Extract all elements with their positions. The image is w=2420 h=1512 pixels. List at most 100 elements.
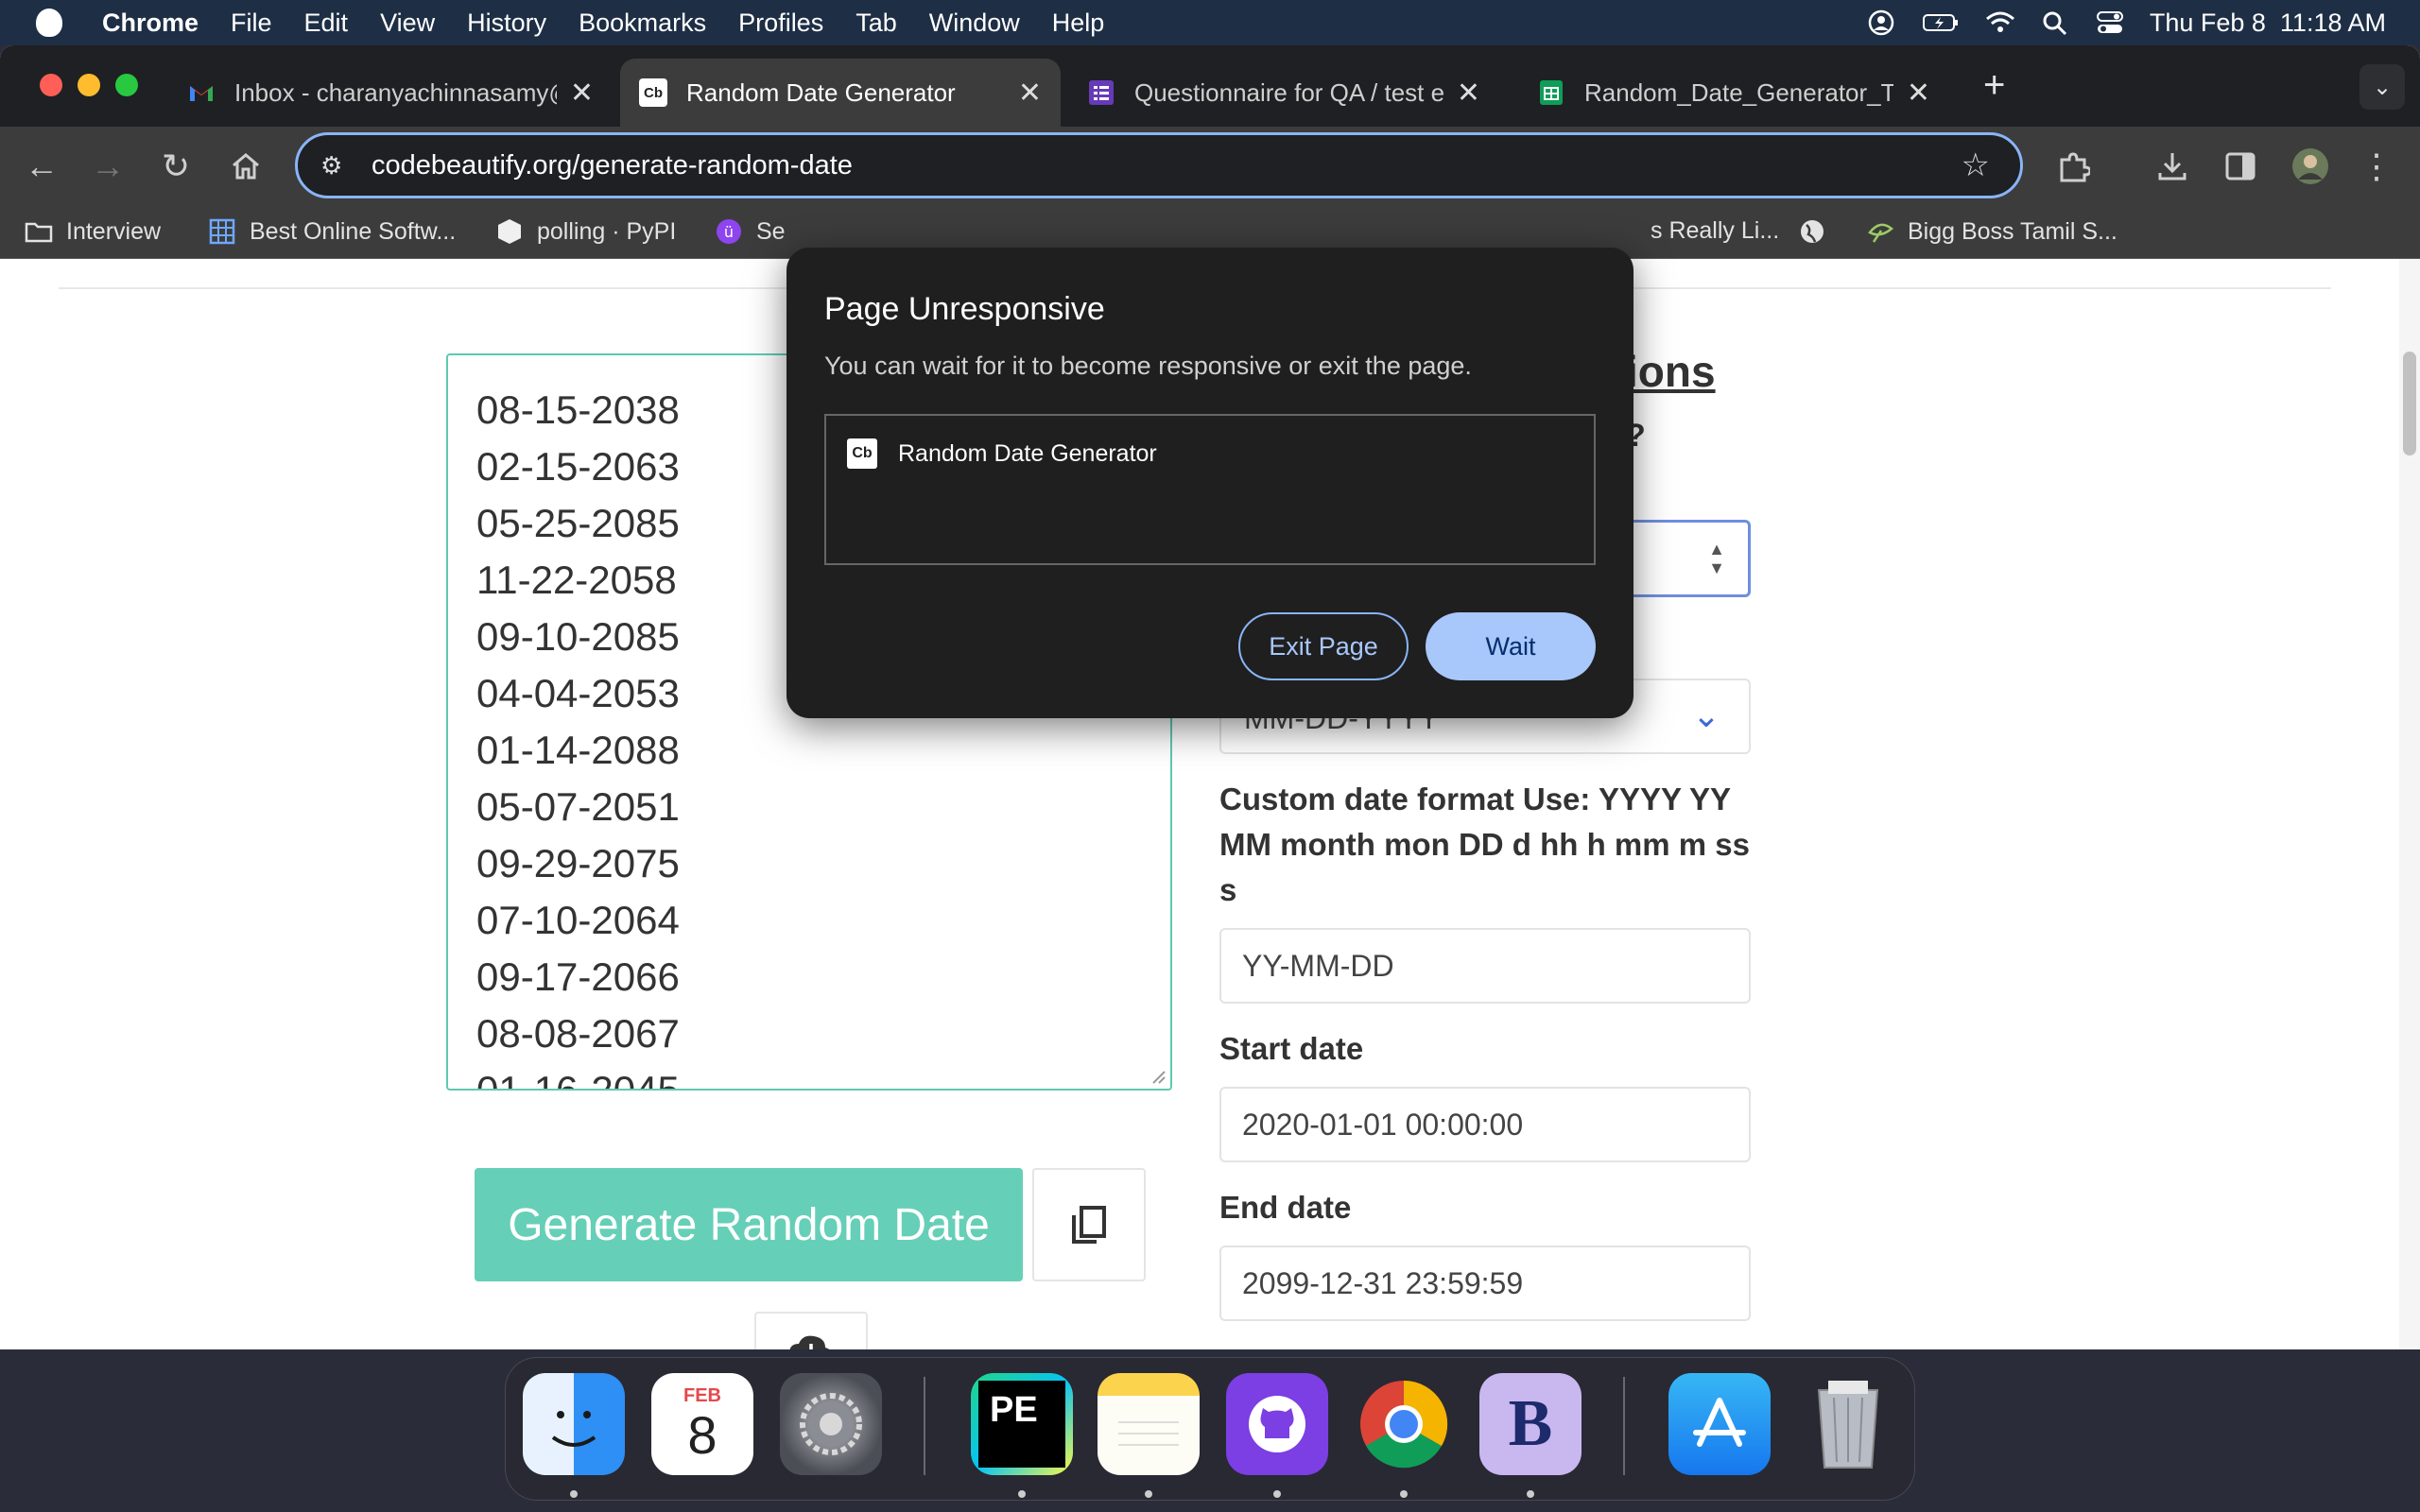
new-tab-icon[interactable]: + bbox=[1983, 64, 2005, 107]
bbedit-icon[interactable]: B bbox=[1479, 1373, 1582, 1475]
bookmark-really-li[interactable]: s Really Li... bbox=[1651, 217, 1779, 245]
forward-arrow-icon[interactable]: → bbox=[85, 144, 130, 189]
chrome-menu-kebab-icon[interactable]: ⋮ bbox=[2354, 144, 2399, 189]
bookmark-polling-pypi[interactable]: polling · PyPI bbox=[495, 217, 676, 246]
end-date-input[interactable]: 2099-12-31 23:59:59 bbox=[1219, 1246, 1751, 1321]
date-line: 09-17-2066 bbox=[476, 954, 680, 999]
address-url[interactable]: codebeautify.org/generate-random-date bbox=[372, 150, 853, 181]
finder-icon[interactable] bbox=[523, 1373, 625, 1475]
apple-menu-icon[interactable] bbox=[36, 9, 62, 37]
trash-icon[interactable] bbox=[1797, 1373, 1899, 1475]
folder-icon bbox=[25, 222, 53, 243]
copy-button[interactable] bbox=[1032, 1168, 1146, 1281]
close-tab-icon[interactable]: ✕ bbox=[1907, 77, 1930, 110]
tab-questionnaire[interactable]: Questionnaire for QA / test en ✕ bbox=[1068, 59, 1499, 127]
menubar-clock[interactable]: Thu Feb 8 11:18 AM bbox=[2150, 9, 2386, 38]
options-title: ions bbox=[1626, 347, 1716, 396]
unresponsive-page-name: Random Date Generator bbox=[898, 440, 1157, 467]
generate-random-date-button[interactable]: Generate Random Date bbox=[475, 1168, 1023, 1281]
bookmark-se[interactable]: ü Se bbox=[715, 217, 786, 246]
menu-file[interactable]: File bbox=[231, 9, 272, 38]
calendar-day: 8 bbox=[687, 1404, 717, 1465]
system-settings-icon[interactable] bbox=[780, 1373, 882, 1475]
control-center-icon[interactable] bbox=[2095, 9, 2125, 36]
bookmark-interview[interactable]: Interview bbox=[25, 217, 161, 246]
menu-view[interactable]: View bbox=[380, 9, 435, 38]
dialog-message: You can wait for it to become responsive… bbox=[824, 352, 1472, 380]
running-indicator bbox=[1018, 1490, 1026, 1498]
bookmark-label: Se bbox=[756, 217, 786, 245]
scrollbar-thumb[interactable] bbox=[2403, 352, 2416, 455]
bookmark-star-icon[interactable]: ☆ bbox=[1962, 146, 1990, 184]
codebeautify-icon: Cb bbox=[847, 438, 877, 469]
running-indicator bbox=[570, 1490, 578, 1498]
menu-app-chrome[interactable]: Chrome bbox=[102, 9, 199, 38]
dock-separator bbox=[924, 1377, 925, 1475]
github-desktop-icon[interactable] bbox=[1226, 1373, 1328, 1475]
wait-button[interactable]: Wait bbox=[1426, 612, 1596, 680]
circle-icon: ü bbox=[717, 219, 741, 244]
maximize-window-button[interactable] bbox=[115, 74, 138, 96]
gmail-icon bbox=[190, 86, 213, 101]
home-icon[interactable] bbox=[223, 144, 268, 189]
start-date-input[interactable]: 2020-01-01 00:00:00 bbox=[1219, 1087, 1751, 1162]
chrome-icon[interactable] bbox=[1353, 1373, 1455, 1475]
resize-handle-icon[interactable] bbox=[1150, 1068, 1167, 1085]
page-scrollbar[interactable] bbox=[2399, 259, 2420, 1349]
menu-profiles[interactable]: Profiles bbox=[738, 9, 823, 38]
battery-icon[interactable] bbox=[1921, 9, 1961, 36]
menu-edit[interactable]: Edit bbox=[304, 9, 349, 38]
date-line: 05-07-2051 bbox=[476, 784, 680, 829]
tab-label: Inbox - charanyachinnasamy@ bbox=[234, 77, 557, 107]
menu-bookmarks[interactable]: Bookmarks bbox=[579, 9, 706, 38]
svg-text:ü: ü bbox=[724, 223, 734, 241]
close-tab-icon[interactable]: ✕ bbox=[1457, 77, 1480, 110]
menu-tab[interactable]: Tab bbox=[856, 9, 897, 38]
menu-window[interactable]: Window bbox=[929, 9, 1020, 38]
pypi-icon bbox=[498, 219, 521, 244]
side-panel-icon[interactable] bbox=[2218, 144, 2263, 189]
number-stepper-icon[interactable]: ▲ ▼ bbox=[1708, 540, 1725, 577]
macos-menubar: Chrome File Edit View History Bookmarks … bbox=[0, 0, 2420, 45]
address-bar[interactable]: ⚙ codebeautify.org/generate-random-date … bbox=[295, 132, 2023, 198]
date-line: 08-08-2067 bbox=[476, 1011, 680, 1056]
running-indicator bbox=[1145, 1490, 1152, 1498]
menu-help[interactable]: Help bbox=[1052, 9, 1105, 38]
chrome-toolbar: ← → ↻ ⚙ codebeautify.org/generate-random… bbox=[0, 127, 2420, 206]
back-arrow-icon[interactable]: ← bbox=[19, 144, 64, 189]
pycharm-badge: PE bbox=[978, 1381, 1065, 1468]
custom-format-input[interactable]: YY-MM-DD bbox=[1219, 928, 1751, 1004]
reload-icon[interactable]: ↻ bbox=[153, 144, 199, 189]
download-button[interactable] bbox=[754, 1312, 868, 1349]
close-window-button[interactable] bbox=[40, 74, 62, 96]
tab-label: Random_Date_Generator_Te bbox=[1584, 77, 1893, 107]
bookmark-bigg-boss-tamil[interactable]: Bigg Boss Tamil S... bbox=[1866, 217, 2118, 246]
codebeautify-icon: Cb bbox=[639, 78, 667, 107]
download-icon[interactable] bbox=[2150, 144, 2195, 189]
minimize-window-button[interactable] bbox=[78, 74, 100, 96]
tab-search-chevron-icon[interactable]: ⌄ bbox=[2360, 64, 2405, 110]
date-line: 01-16-2045 bbox=[476, 1068, 680, 1091]
bookmark-best-online-software[interactable]: Best Online Softw... bbox=[208, 217, 456, 246]
notes-icon[interactable] bbox=[1098, 1373, 1200, 1475]
menu-history[interactable]: History bbox=[467, 9, 546, 38]
exit-page-button[interactable]: Exit Page bbox=[1238, 612, 1409, 680]
profile-avatar[interactable] bbox=[2288, 144, 2333, 189]
spotlight-search-icon[interactable] bbox=[2040, 9, 2070, 36]
wifi-icon[interactable] bbox=[1985, 9, 2015, 36]
user-account-icon[interactable] bbox=[1866, 9, 1896, 36]
close-tab-icon[interactable]: ✕ bbox=[1018, 77, 1042, 110]
pycharm-icon[interactable]: PE bbox=[971, 1373, 1073, 1475]
calendar-icon[interactable]: FEB 8 bbox=[651, 1373, 753, 1475]
close-tab-icon[interactable]: ✕ bbox=[570, 77, 594, 110]
chevron-down-icon: ⌄ bbox=[1691, 696, 1720, 734]
extensions-puzzle-icon[interactable] bbox=[2051, 144, 2097, 189]
bookmark-globe[interactable] bbox=[1798, 217, 1840, 246]
tab-spreadsheet[interactable]: Random_Date_Generator_Te ✕ bbox=[1518, 59, 1949, 127]
tab-inbox[interactable]: Inbox - charanyachinnasamy@ ✕ bbox=[168, 59, 613, 127]
globe-icon bbox=[1801, 220, 1824, 243]
site-info-tune-icon[interactable]: ⚙ bbox=[320, 151, 353, 180]
running-indicator bbox=[1273, 1490, 1281, 1498]
tab-random-date-generator[interactable]: Cb Random Date Generator ✕ bbox=[620, 59, 1061, 127]
app-store-icon[interactable] bbox=[1668, 1373, 1771, 1475]
